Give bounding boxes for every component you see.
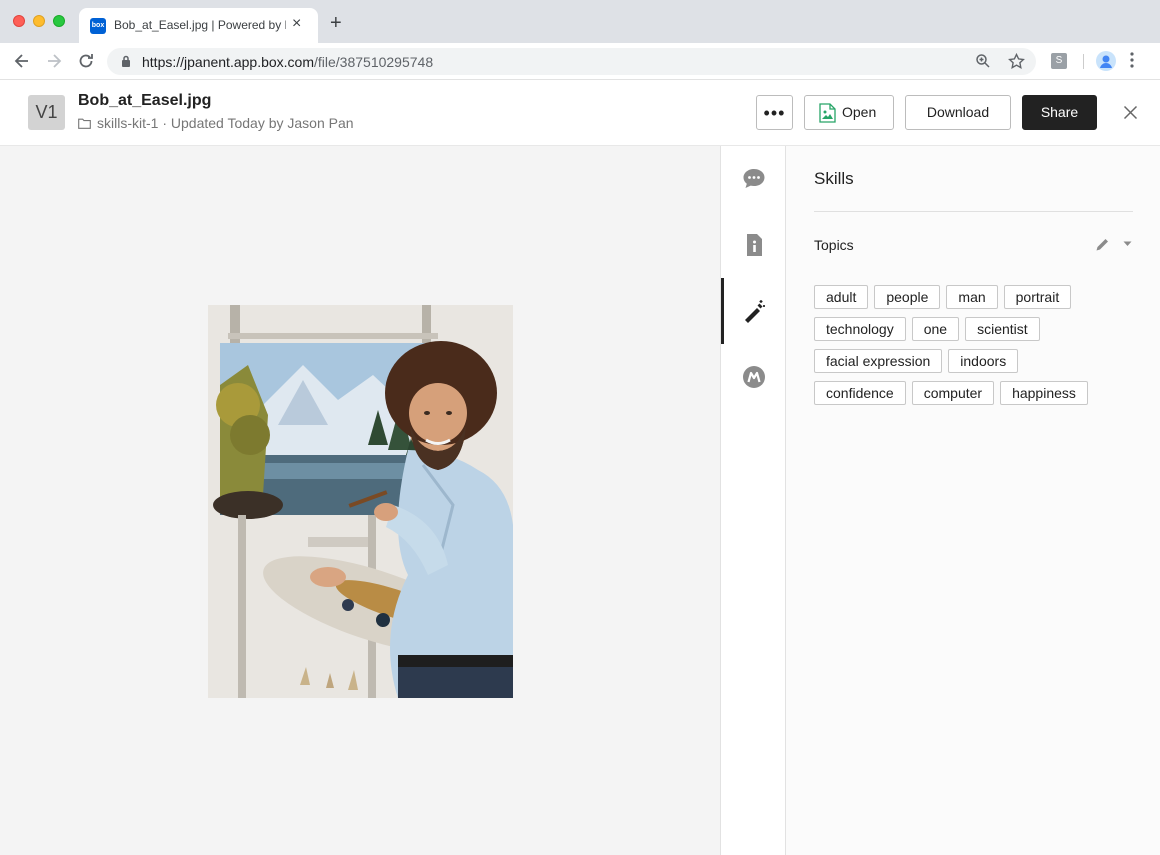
- folder-link[interactable]: skills-kit-1: [97, 115, 158, 131]
- window-minimize-button[interactable]: [33, 15, 45, 27]
- topic-tag[interactable]: confidence: [814, 381, 906, 405]
- info-icon[interactable]: [740, 231, 768, 259]
- topic-tag[interactable]: people: [874, 285, 941, 309]
- topic-tag[interactable]: indoors: [948, 349, 1019, 373]
- chevron-down-icon[interactable]: [1123, 241, 1132, 247]
- browser-tab[interactable]: box Bob_at_Easel.jpg | Powered by Box ×: [79, 8, 318, 43]
- folder-icon: [78, 118, 91, 129]
- topics-label: Topics: [814, 237, 854, 253]
- file-meta: skills-kit-1 · Updated Today by Jason Pa…: [78, 115, 354, 131]
- panel-title: Skills: [814, 169, 854, 188]
- download-button[interactable]: Download: [905, 95, 1011, 130]
- window-close-button[interactable]: [13, 15, 25, 27]
- more-options-button[interactable]: •••: [756, 95, 793, 130]
- new-tab-icon[interactable]: +: [330, 13, 342, 33]
- updated-text: · Updated Today by Jason Pan: [162, 115, 354, 131]
- zoom-icon[interactable]: [975, 53, 991, 69]
- file-name: Bob_at_Easel.jpg: [78, 92, 212, 109]
- open-button[interactable]: Open: [804, 95, 894, 130]
- topic-tag[interactable]: facial expression: [814, 349, 943, 373]
- extension-icon[interactable]: S: [1051, 53, 1067, 69]
- edit-pencil-icon[interactable]: [1095, 237, 1110, 252]
- image-file-icon: [819, 103, 836, 123]
- window-maximize-button[interactable]: [53, 15, 65, 27]
- topic-tag[interactable]: adult: [814, 285, 869, 309]
- browser-toolbar: https://jpanent.app.box.com/file/3875102…: [0, 43, 1160, 80]
- tag-row: facial expression indoors: [814, 349, 1134, 373]
- topic-tag[interactable]: man: [946, 285, 998, 309]
- comment-icon[interactable]: [740, 165, 768, 193]
- profile-avatar[interactable]: [1096, 51, 1116, 71]
- active-indicator: [721, 278, 724, 344]
- browser-menu-icon[interactable]: [1130, 52, 1134, 68]
- topic-tag[interactable]: computer: [911, 381, 995, 405]
- share-button[interactable]: Share: [1022, 95, 1097, 130]
- address-bar[interactable]: https://jpanent.app.box.com/file/3875102…: [107, 48, 1036, 75]
- topic-tag[interactable]: one: [911, 317, 960, 341]
- close-icon[interactable]: [1123, 105, 1138, 120]
- metadata-icon[interactable]: [740, 363, 768, 391]
- back-icon[interactable]: [12, 51, 32, 71]
- url-text: https://jpanent.app.box.com/file/3875102…: [142, 54, 434, 70]
- preview-image: [208, 305, 513, 698]
- bookmark-star-icon[interactable]: [1008, 53, 1025, 70]
- version-badge: V1: [28, 95, 65, 130]
- tag-row: confidence computer happiness: [814, 381, 1134, 405]
- lock-icon: [122, 55, 130, 67]
- box-favicon-icon: box: [90, 18, 106, 34]
- topic-tag[interactable]: happiness: [1000, 381, 1088, 405]
- topic-tag[interactable]: technology: [814, 317, 906, 341]
- toolbar-divider: [1083, 54, 1084, 69]
- file-header: V1 Bob_at_Easel.jpg skills-kit-1 · Updat…: [0, 80, 1160, 146]
- tag-row: adult people man portrait: [814, 285, 1134, 309]
- open-label: Open: [842, 104, 877, 120]
- browser-tabstrip: box Bob_at_Easel.jpg | Powered by Box × …: [0, 0, 1160, 43]
- tab-close-icon[interactable]: ×: [292, 16, 301, 32]
- topic-tag[interactable]: scientist: [965, 317, 1040, 341]
- topic-tag[interactable]: portrait: [1003, 285, 1072, 309]
- profile-icon: [1100, 55, 1112, 68]
- topic-tags: adult people man portrait technology one…: [814, 285, 1134, 413]
- skills-panel: Skills Topics adult people man portrait …: [786, 146, 1160, 855]
- painter-photo-illustration: [208, 305, 513, 698]
- forward-icon[interactable]: [44, 51, 64, 71]
- tab-title: Bob_at_Easel.jpg | Powered by Box: [114, 18, 286, 32]
- reload-icon[interactable]: [76, 51, 96, 71]
- file-preview-area: [0, 146, 720, 855]
- panel-divider: [814, 211, 1133, 212]
- sidebar-nav: [720, 146, 786, 855]
- magic-wand-icon[interactable]: [740, 297, 768, 325]
- tag-row: technology one scientist: [814, 317, 1134, 341]
